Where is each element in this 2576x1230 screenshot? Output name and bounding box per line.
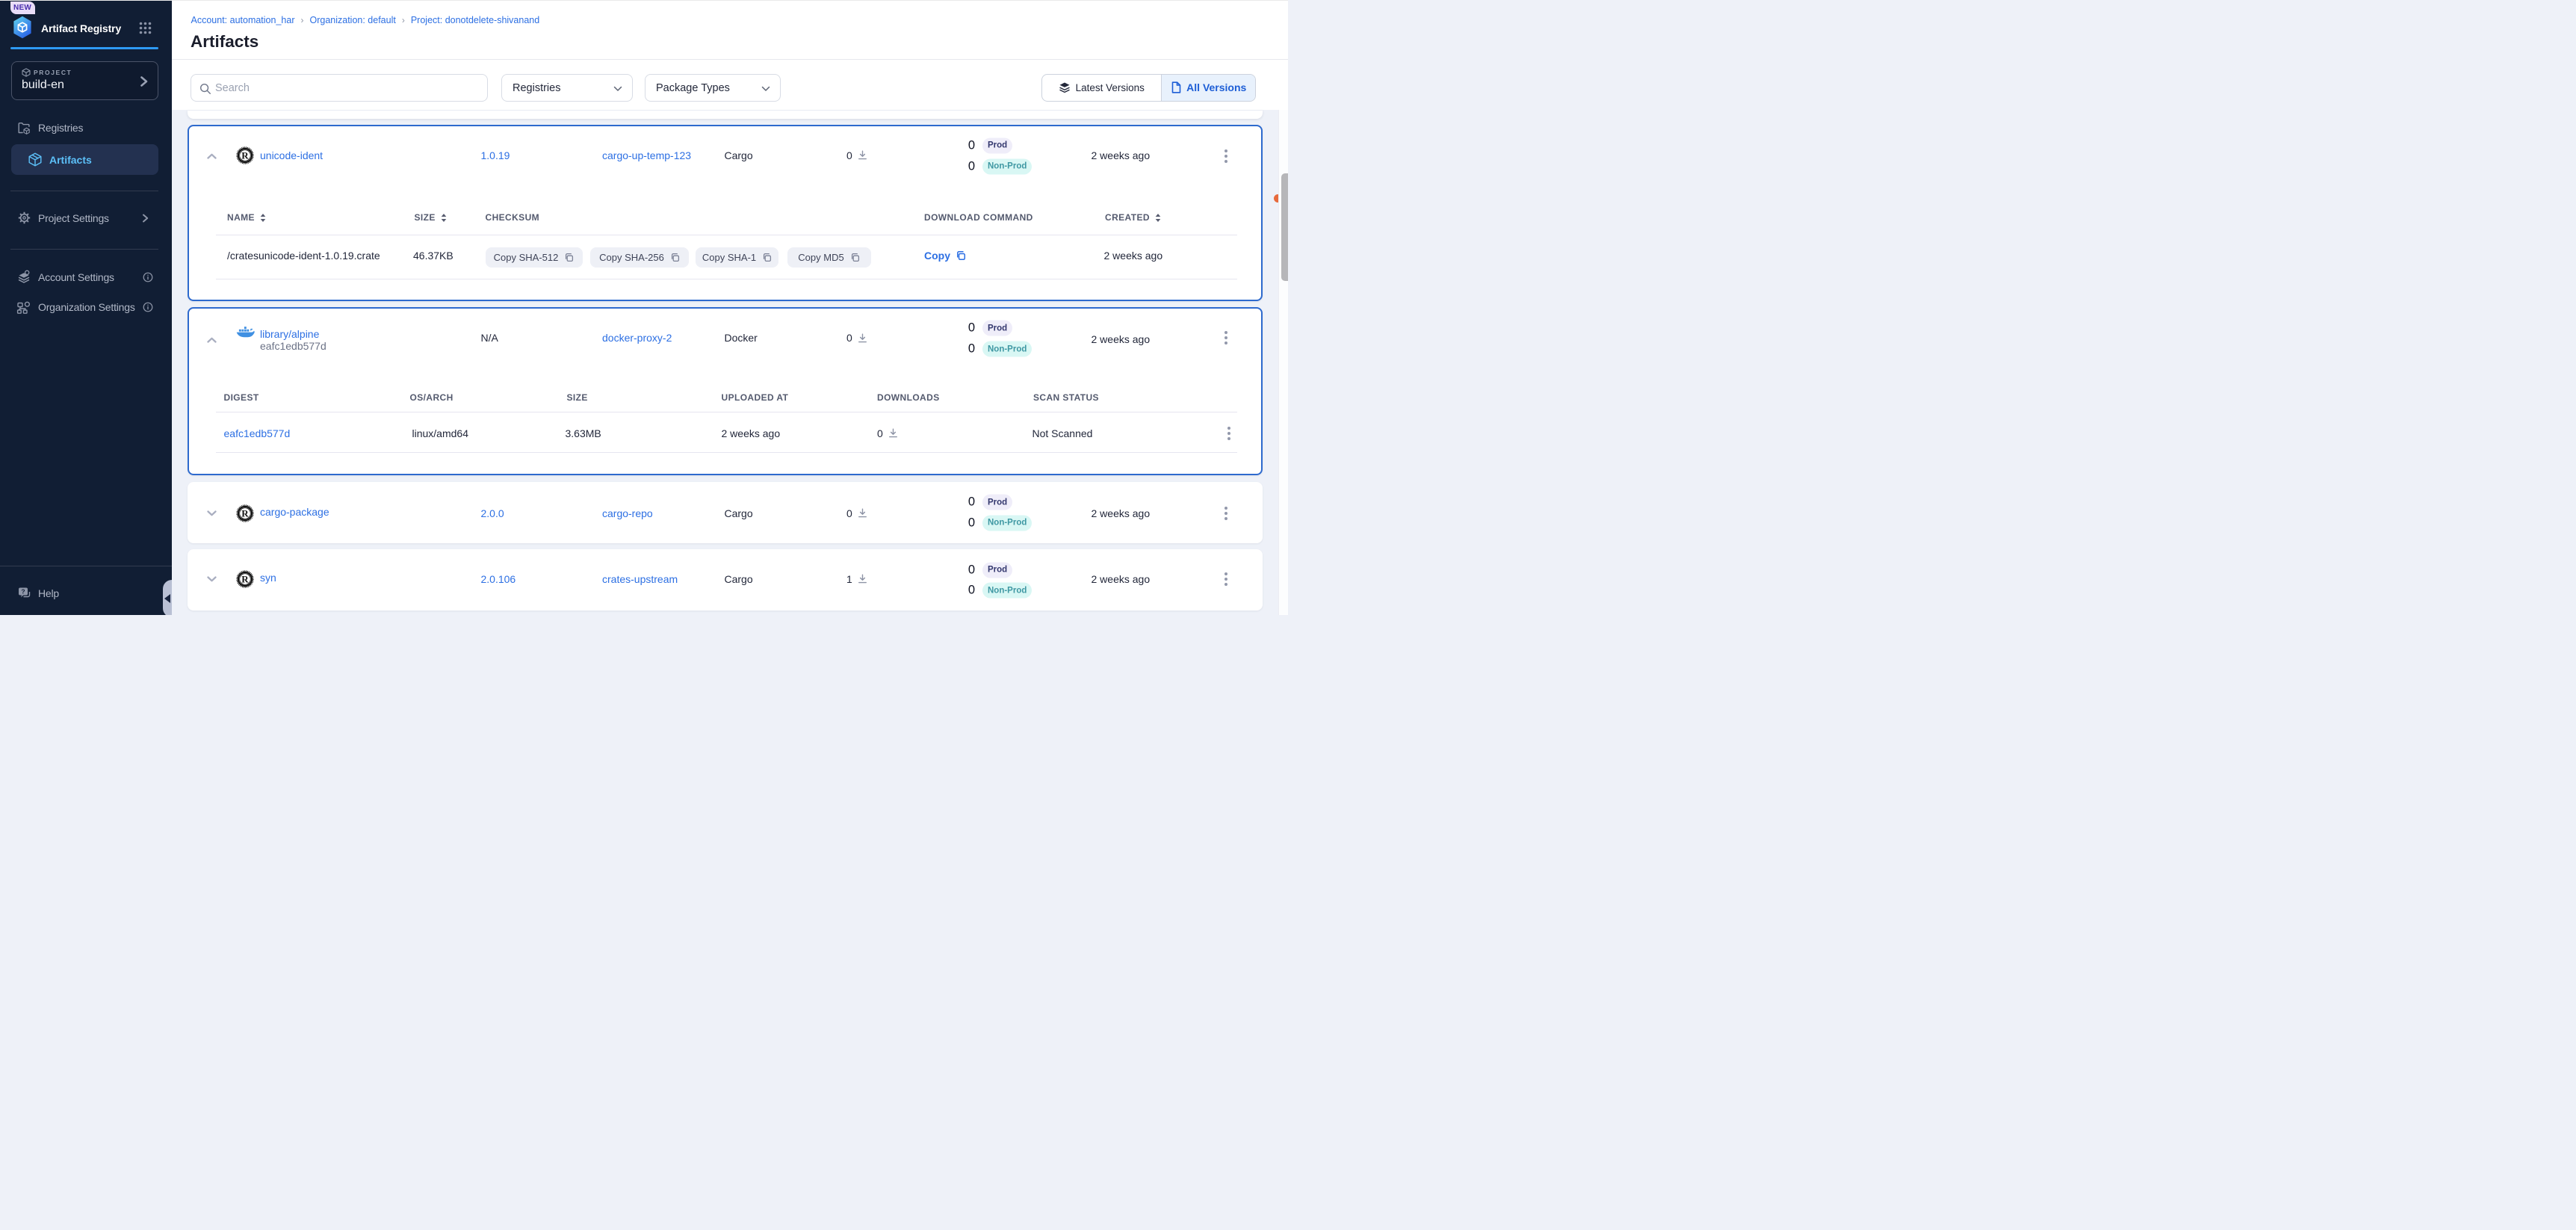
svg-text:R: R <box>241 507 249 519</box>
svg-text:R: R <box>241 573 249 584</box>
svg-text:?: ? <box>21 588 25 596</box>
svg-text:R: R <box>241 150 249 161</box>
